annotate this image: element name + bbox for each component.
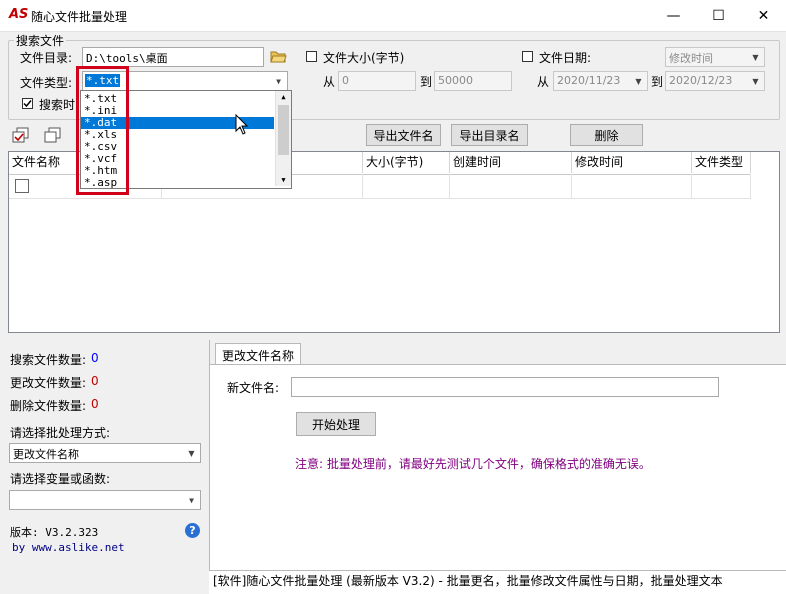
version-text: 版本: V3.2.323 [10, 526, 99, 539]
date-kind-select[interactable]: 修改时间 ▼ [665, 47, 765, 67]
dir-label: 文件目录: [20, 51, 73, 65]
method-label: 请选择批处理方式: [10, 426, 111, 440]
annotation-highlight-box [76, 66, 129, 195]
size-from-label: 从 [323, 75, 336, 89]
scroll-up-icon[interactable]: ▲ [276, 91, 291, 103]
method-value: 更改文件名称 [13, 448, 79, 461]
export-dirs-button[interactable]: 导出目录名 [451, 124, 528, 146]
search-time-label: 搜索时 [39, 98, 76, 112]
date-to-picker[interactable]: 2020/12/23 ▼ [665, 71, 765, 91]
action-panel: 更改文件名称 新文件名: 开始处理 注意: 批量处理前，请最好先测试几个文件，确… [209, 340, 786, 571]
chevron-down-icon: ▼ [752, 52, 759, 62]
folder-open-icon[interactable] [270, 49, 287, 64]
uncheck-all-icon[interactable] [44, 127, 62, 143]
date-label: 文件日期: [539, 51, 592, 65]
date-to-value: 2020/12/23 [669, 74, 733, 87]
size-to-input[interactable]: 50000 [434, 71, 512, 91]
size-from-input[interactable]: 0 [338, 71, 416, 91]
tab-content: 新文件名: 开始处理 注意: 批量处理前，请最好先测试几个文件，确保格式的准确无… [210, 364, 786, 571]
method-select[interactable]: 更改文件名称 ▼ [9, 443, 201, 463]
chevron-down-icon: ▼ [188, 448, 195, 458]
dropdown-scrollbar[interactable]: ▲ ▼ [275, 91, 291, 186]
chevron-down-icon: ▼ [752, 76, 759, 86]
chevron-down-icon[interactable]: ▼ [271, 73, 286, 89]
mouse-cursor-icon [235, 114, 249, 135]
col-header-size[interactable]: 大小(字节) [363, 152, 450, 173]
export-names-button[interactable]: 导出文件名 [366, 124, 441, 146]
check-icon [23, 100, 32, 108]
search-group-label: 搜索文件 [14, 32, 67, 49]
date-kind-value: 修改时间 [669, 52, 713, 65]
size-label: 文件大小(字节) [323, 51, 405, 65]
minimize-icon: — [666, 7, 681, 24]
date-from-picker[interactable]: 2020/11/23 ▼ [553, 71, 648, 91]
var-select[interactable]: ▼ [9, 490, 201, 510]
app-logo: AS [9, 7, 29, 22]
maximize-icon: ☐ [712, 7, 725, 24]
searched-count-value: 0 [91, 351, 99, 365]
col-header-created[interactable]: 创建时间 [450, 152, 572, 173]
changed-count-value: 0 [91, 374, 99, 388]
close-icon: ✕ [757, 7, 770, 24]
check-all-icon[interactable] [12, 127, 30, 143]
date-to-label: 到 [651, 75, 664, 89]
var-label: 请选择变量或函数: [10, 472, 111, 486]
changed-count-label: 更改文件数量: [10, 376, 87, 390]
new-name-input[interactable] [291, 377, 719, 397]
website-link[interactable]: by www.aslike.net [12, 541, 125, 554]
title-bar: AS 随心文件批量处理 — ☐ ✕ [0, 0, 786, 32]
searched-count-label: 搜索文件数量: [10, 353, 87, 367]
window-title: 随心文件批量处理 [31, 10, 128, 24]
row-checkbox[interactable] [15, 179, 29, 193]
scroll-down-icon[interactable]: ▼ [276, 174, 291, 186]
maximize-button[interactable]: ☐ [696, 0, 741, 31]
chevron-down-icon: ▼ [189, 495, 194, 505]
stats-panel: 搜索文件数量: 0 更改文件数量: 0 删除文件数量: 0 请选择批处理方式: … [0, 340, 209, 593]
start-button[interactable]: 开始处理 [296, 412, 376, 436]
notice-text: 注意: 批量处理前，请最好先测试几个文件，确保格式的准确无误。 [295, 457, 651, 471]
deleted-count-label: 删除文件数量: [10, 399, 87, 413]
new-name-label: 新文件名: [227, 381, 280, 395]
delete-button[interactable]: 删除 [570, 124, 643, 146]
search-time-checkbox[interactable] [22, 98, 33, 109]
col-header-modified[interactable]: 修改时间 [572, 152, 692, 173]
size-to-label: 到 [420, 75, 433, 89]
status-text: [软件]随心文件批量处理 (最新版本 V3.2) - 批量更名，批量修改文件属性… [213, 574, 723, 588]
deleted-count-value: 0 [91, 397, 99, 411]
date-from-value: 2020/11/23 [557, 74, 621, 87]
date-checkbox[interactable] [522, 51, 533, 62]
chevron-down-icon: ▼ [635, 76, 642, 86]
date-from-label: 从 [537, 75, 550, 89]
scrollbar-thumb[interactable] [278, 105, 289, 155]
close-button[interactable]: ✕ [741, 0, 786, 31]
size-checkbox[interactable] [306, 51, 317, 62]
help-icon[interactable]: ? [185, 523, 200, 538]
type-label: 文件类型: [20, 76, 73, 90]
minimize-button[interactable]: — [651, 0, 696, 31]
col-header-type[interactable]: 文件类型 [692, 152, 751, 173]
dir-input[interactable]: D:\tools\桌面 [82, 47, 264, 67]
status-bar: [软件]随心文件批量处理 (最新版本 V3.2) - 批量更名，批量修改文件属性… [209, 570, 786, 594]
